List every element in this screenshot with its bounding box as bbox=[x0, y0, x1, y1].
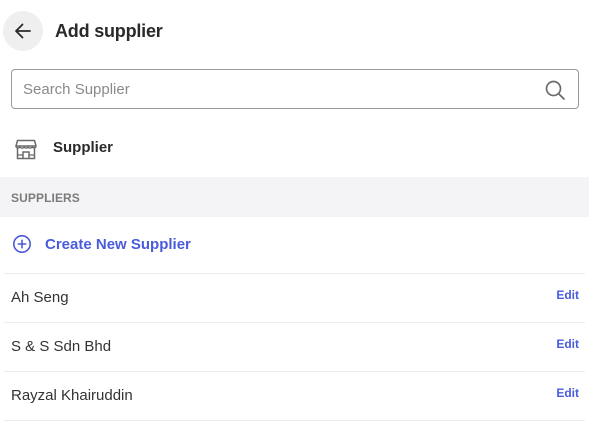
create-new-supplier-button[interactable]: Create New Supplier bbox=[0, 222, 589, 268]
supplier-list: Ah Seng Edit S & S Sdn Bhd Edit Rayzal K… bbox=[0, 273, 589, 421]
edit-button[interactable]: Edit bbox=[556, 288, 579, 302]
create-new-supplier-label: Create New Supplier bbox=[45, 236, 191, 253]
add-supplier-page: Add supplier Supplier SUPPLIERS Create N… bbox=[0, 0, 589, 428]
list-item[interactable]: S & S Sdn Bhd Edit bbox=[0, 323, 589, 371]
plus-circle-icon bbox=[13, 235, 31, 253]
supplier-name: S & S Sdn Bhd bbox=[11, 338, 112, 355]
divider bbox=[4, 420, 585, 421]
suppliers-section-header: SUPPLIERS bbox=[0, 177, 589, 217]
edit-button[interactable]: Edit bbox=[556, 386, 579, 400]
list-item[interactable]: Ah Seng Edit bbox=[0, 274, 589, 322]
edit-button[interactable]: Edit bbox=[556, 337, 579, 351]
category-label: Supplier bbox=[53, 139, 114, 156]
page-header: Add supplier bbox=[0, 0, 589, 62]
supplier-category-row[interactable]: Supplier bbox=[0, 126, 589, 168]
search-bar bbox=[11, 69, 579, 109]
list-item[interactable]: Rayzal Khairuddin Edit bbox=[0, 372, 589, 420]
back-button[interactable] bbox=[3, 11, 43, 51]
supplier-name: Ah Seng bbox=[11, 289, 69, 306]
store-icon bbox=[15, 139, 37, 160]
search-icon[interactable] bbox=[544, 79, 566, 101]
section-label: SUPPLIERS bbox=[11, 191, 80, 205]
page-title: Add supplier bbox=[55, 21, 163, 41]
arrow-left-icon bbox=[15, 23, 31, 39]
supplier-name: Rayzal Khairuddin bbox=[11, 387, 133, 404]
search-input[interactable] bbox=[12, 70, 532, 108]
